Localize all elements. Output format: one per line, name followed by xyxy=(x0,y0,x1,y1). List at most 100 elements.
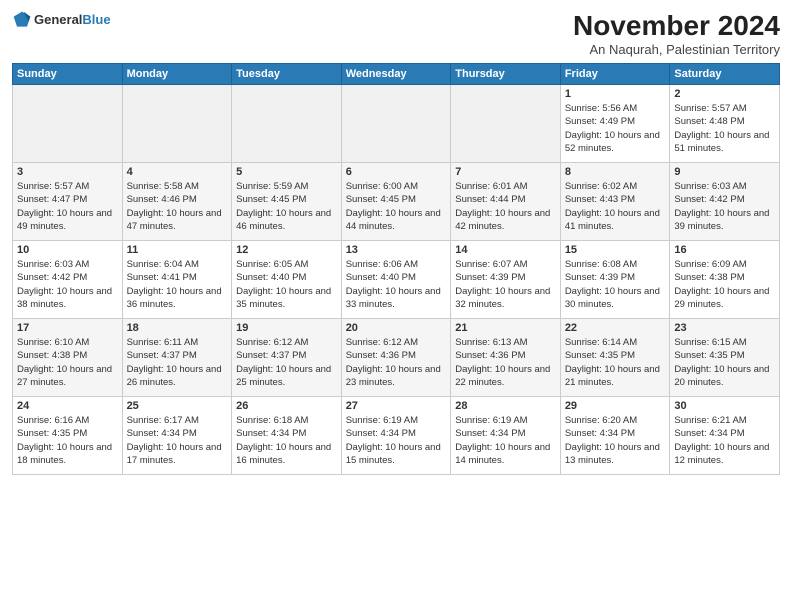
daylight-text: Daylight: 10 hours and 35 minutes. xyxy=(236,285,337,312)
calendar-cell-4-2: 26Sunrise: 6:18 AMSunset: 4:34 PMDayligh… xyxy=(232,397,342,475)
daylight-text: Daylight: 10 hours and 25 minutes. xyxy=(236,363,337,390)
day-number: 23 xyxy=(674,322,775,334)
calendar-cell-4-6: 30Sunrise: 6:21 AMSunset: 4:34 PMDayligh… xyxy=(670,397,780,475)
sunset-text: Sunset: 4:35 PM xyxy=(17,427,118,440)
day-number: 21 xyxy=(455,322,556,334)
daylight-text: Daylight: 10 hours and 15 minutes. xyxy=(346,441,447,468)
cell-info: Sunrise: 6:15 AMSunset: 4:35 PMDaylight:… xyxy=(674,336,775,389)
sunrise-text: Sunrise: 6:05 AM xyxy=(236,258,337,271)
daylight-text: Daylight: 10 hours and 41 minutes. xyxy=(565,207,666,234)
sunset-text: Sunset: 4:38 PM xyxy=(674,271,775,284)
day-number: 29 xyxy=(565,400,666,412)
daylight-text: Daylight: 10 hours and 16 minutes. xyxy=(236,441,337,468)
cell-info: Sunrise: 6:08 AMSunset: 4:39 PMDaylight:… xyxy=(565,258,666,311)
sunset-text: Sunset: 4:36 PM xyxy=(455,349,556,362)
sunrise-text: Sunrise: 6:19 AM xyxy=(346,414,447,427)
sunset-text: Sunset: 4:34 PM xyxy=(455,427,556,440)
sunset-text: Sunset: 4:34 PM xyxy=(236,427,337,440)
calendar-cell-1-2: 5Sunrise: 5:59 AMSunset: 4:45 PMDaylight… xyxy=(232,163,342,241)
calendar-cell-1-3: 6Sunrise: 6:00 AMSunset: 4:45 PMDaylight… xyxy=(341,163,451,241)
sunset-text: Sunset: 4:35 PM xyxy=(565,349,666,362)
calendar-cell-1-4: 7Sunrise: 6:01 AMSunset: 4:44 PMDaylight… xyxy=(451,163,561,241)
calendar-cell-2-5: 15Sunrise: 6:08 AMSunset: 4:39 PMDayligh… xyxy=(560,241,670,319)
cell-info: Sunrise: 6:20 AMSunset: 4:34 PMDaylight:… xyxy=(565,414,666,467)
sunset-text: Sunset: 4:44 PM xyxy=(455,193,556,206)
day-number: 10 xyxy=(17,244,118,256)
cell-info: Sunrise: 6:19 AMSunset: 4:34 PMDaylight:… xyxy=(455,414,556,467)
header-wednesday: Wednesday xyxy=(341,64,451,85)
day-number: 24 xyxy=(17,400,118,412)
sunrise-text: Sunrise: 6:12 AM xyxy=(236,336,337,349)
calendar-cell-3-2: 19Sunrise: 6:12 AMSunset: 4:37 PMDayligh… xyxy=(232,319,342,397)
day-number: 25 xyxy=(127,400,228,412)
cell-info: Sunrise: 6:12 AMSunset: 4:37 PMDaylight:… xyxy=(236,336,337,389)
daylight-text: Daylight: 10 hours and 36 minutes. xyxy=(127,285,228,312)
calendar-cell-0-3 xyxy=(341,85,451,163)
cell-info: Sunrise: 6:00 AMSunset: 4:45 PMDaylight:… xyxy=(346,180,447,233)
calendar-cell-3-1: 18 Sunrise: 6:11 AMSunset: 4:37 PMDayligh… xyxy=(122,319,232,397)
daylight-text: Daylight: 10 hours and 29 minutes. xyxy=(674,285,775,312)
sunrise-text: Sunrise: 5:58 AM xyxy=(127,180,228,193)
sunrise-text: Sunrise: 6:06 AM xyxy=(346,258,447,271)
week-row-5: 24Sunrise: 6:16 AMSunset: 4:35 PMDayligh… xyxy=(13,397,780,475)
sunrise-text: Sunrise: 6:10 AM xyxy=(17,336,118,349)
cell-info: Sunrise: 6:03 AMSunset: 4:42 PMDaylight:… xyxy=(674,180,775,233)
daylight-text: Daylight: 10 hours and 21 minutes. xyxy=(565,363,666,390)
sunset-text: Sunset: 4:49 PM xyxy=(565,115,666,128)
sunset-text: Sunset: 4:34 PM xyxy=(565,427,666,440)
sunrise-text: Sunrise: 6:01 AM xyxy=(455,180,556,193)
calendar-cell-1-1: 4Sunrise: 5:58 AMSunset: 4:46 PMDaylight… xyxy=(122,163,232,241)
day-number: 27 xyxy=(346,400,447,412)
sunset-text: Sunset: 4:34 PM xyxy=(674,427,775,440)
day-number: 18 xyxy=(127,322,228,334)
title-block: November 2024 An Naqurah, Palestinian Te… xyxy=(573,10,780,57)
daylight-text: Daylight: 10 hours and 23 minutes. xyxy=(346,363,447,390)
day-number: 16 xyxy=(674,244,775,256)
sunset-text: Sunset: 4:38 PM xyxy=(17,349,118,362)
header-monday: Monday xyxy=(122,64,232,85)
cell-info: Sunrise: 6:21 AMSunset: 4:34 PMDaylight:… xyxy=(674,414,775,467)
daylight-text: Daylight: 10 hours and 42 minutes. xyxy=(455,207,556,234)
sunrise-text: Sunrise: 6:18 AM xyxy=(236,414,337,427)
page-subtitle: An Naqurah, Palestinian Territory xyxy=(573,42,780,57)
cell-info: Sunrise: 6:11 AMSunset: 4:37 PMDaylight:… xyxy=(127,336,228,389)
header-friday: Friday xyxy=(560,64,670,85)
calendar-cell-3-0: 17Sunrise: 6:10 AMSunset: 4:38 PMDayligh… xyxy=(13,319,123,397)
calendar-cell-4-4: 28Sunrise: 6:19 AMSunset: 4:34 PMDayligh… xyxy=(451,397,561,475)
cell-info: Sunrise: 6:06 AMSunset: 4:40 PMDaylight:… xyxy=(346,258,447,311)
cell-info: Sunrise: 5:58 AMSunset: 4:46 PMDaylight:… xyxy=(127,180,228,233)
week-row-1: 1Sunrise: 5:56 AMSunset: 4:49 PMDaylight… xyxy=(13,85,780,163)
sunrise-text: Sunrise: 6:15 AM xyxy=(674,336,775,349)
sunrise-text: Sunrise: 5:57 AM xyxy=(17,180,118,193)
calendar-cell-2-1: 11Sunrise: 6:04 AMSunset: 4:41 PMDayligh… xyxy=(122,241,232,319)
sunset-text: Sunset: 4:45 PM xyxy=(346,193,447,206)
daylight-text: Daylight: 10 hours and 13 minutes. xyxy=(565,441,666,468)
sunset-text: Sunset: 4:42 PM xyxy=(674,193,775,206)
sunset-text: Sunset: 4:45 PM xyxy=(236,193,337,206)
logo-general: GeneralBlue xyxy=(34,11,111,29)
calendar-cell-3-3: 20Sunrise: 6:12 AMSunset: 4:36 PMDayligh… xyxy=(341,319,451,397)
sunset-text: Sunset: 4:39 PM xyxy=(565,271,666,284)
header: GeneralBlue November 2024 An Naqurah, Pa… xyxy=(12,10,780,57)
daylight-text: Daylight: 10 hours and 30 minutes. xyxy=(565,285,666,312)
daylight-text: Daylight: 10 hours and 33 minutes. xyxy=(346,285,447,312)
sunset-text: Sunset: 4:34 PM xyxy=(127,427,228,440)
daylight-text: Daylight: 10 hours and 18 minutes. xyxy=(17,441,118,468)
sunrise-text: Sunrise: 6:07 AM xyxy=(455,258,556,271)
sunset-text: Sunset: 4:37 PM xyxy=(236,349,337,362)
week-row-3: 10Sunrise: 6:03 AMSunset: 4:42 PMDayligh… xyxy=(13,241,780,319)
day-number: 17 xyxy=(17,322,118,334)
daylight-text: Daylight: 10 hours and 32 minutes. xyxy=(455,285,556,312)
sunset-text: Sunset: 4:48 PM xyxy=(674,115,775,128)
header-saturday: Saturday xyxy=(670,64,780,85)
sunset-text: Sunset: 4:41 PM xyxy=(127,271,228,284)
calendar-cell-3-5: 22Sunrise: 6:14 AMSunset: 4:35 PMDayligh… xyxy=(560,319,670,397)
calendar-cell-4-0: 24Sunrise: 6:16 AMSunset: 4:35 PMDayligh… xyxy=(13,397,123,475)
header-sunday: Sunday xyxy=(13,64,123,85)
calendar-cell-2-3: 13Sunrise: 6:06 AMSunset: 4:40 PMDayligh… xyxy=(341,241,451,319)
cell-info: Sunrise: 6:14 AMSunset: 4:35 PMDaylight:… xyxy=(565,336,666,389)
week-row-2: 3Sunrise: 5:57 AMSunset: 4:47 PMDaylight… xyxy=(13,163,780,241)
cell-info: Sunrise: 6:09 AMSunset: 4:38 PMDaylight:… xyxy=(674,258,775,311)
logo-icon xyxy=(12,10,32,30)
daylight-text: Daylight: 10 hours and 47 minutes. xyxy=(127,207,228,234)
